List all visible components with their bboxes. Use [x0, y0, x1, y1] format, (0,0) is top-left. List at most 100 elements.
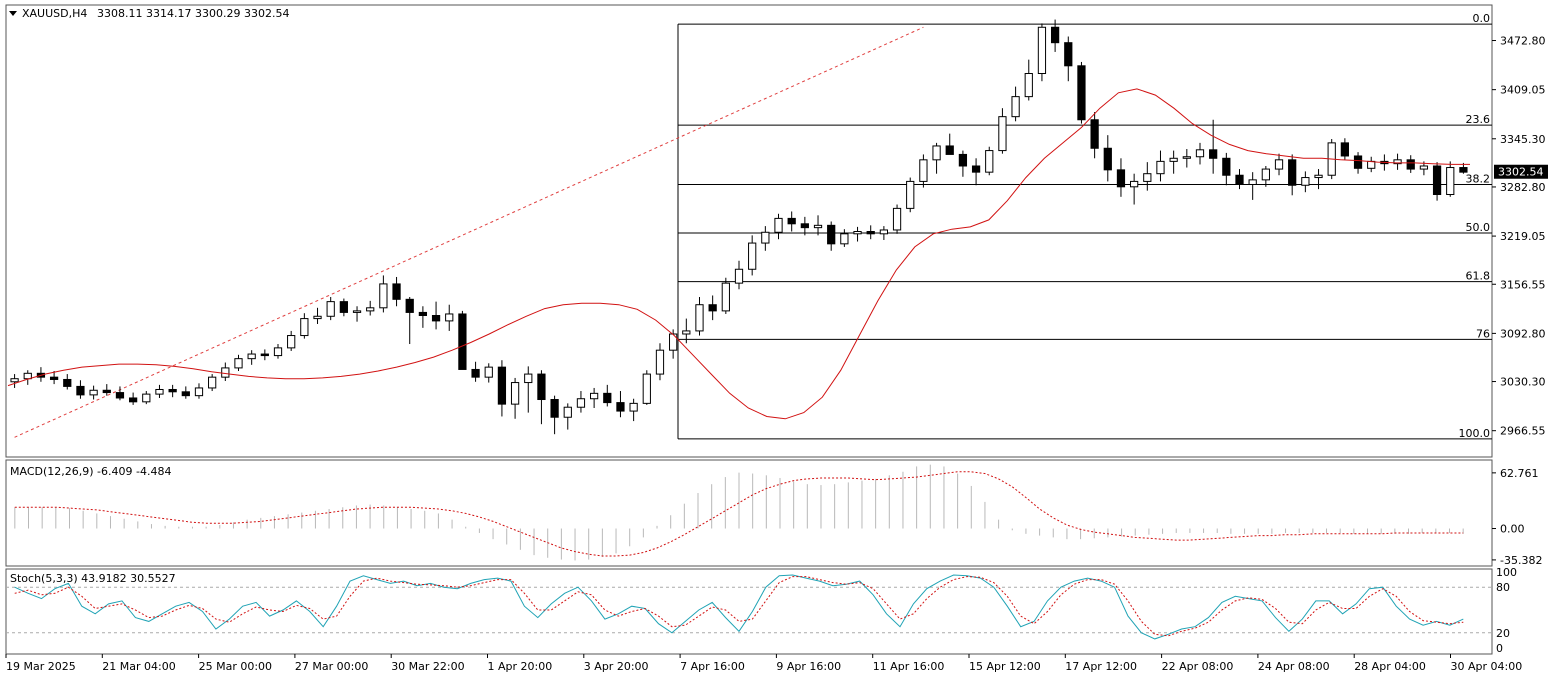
candle-body — [1301, 177, 1310, 186]
candle-body — [1182, 156, 1191, 159]
candle-body — [655, 349, 665, 375]
candle-body — [1446, 167, 1455, 196]
candle-body — [352, 310, 362, 313]
candle-body — [392, 283, 401, 300]
candle-body — [958, 153, 968, 167]
fib-level-label: 100.0 — [1459, 427, 1491, 440]
candle-body — [563, 406, 572, 418]
candle-body — [1195, 149, 1205, 158]
candle-body — [1274, 159, 1284, 170]
candle-body — [1406, 159, 1415, 170]
candle-body — [418, 311, 428, 317]
candle-body — [589, 392, 599, 400]
candle — [1037, 23, 1047, 82]
candle-body — [892, 207, 902, 231]
candle-body — [379, 283, 388, 309]
candle-body — [129, 397, 138, 403]
candle-body — [1314, 174, 1323, 179]
candle-body — [906, 180, 915, 209]
candle-body — [827, 224, 836, 245]
candle-body — [234, 358, 243, 369]
time-tick-label: 22 Apr 08:00 — [1162, 660, 1234, 673]
candle-body — [1209, 149, 1218, 159]
candle-body — [629, 402, 638, 412]
candle — [721, 277, 730, 314]
candle-body — [1248, 179, 1257, 185]
time-tick-label: 7 Apr 16:00 — [680, 660, 745, 673]
candle-body — [813, 224, 823, 229]
candle-body — [576, 398, 586, 408]
candle-body — [1419, 165, 1429, 170]
candle-body — [1222, 157, 1231, 176]
candle-body — [431, 315, 441, 322]
time-tick-label: 17 Apr 12:00 — [1065, 660, 1137, 673]
candle-body — [774, 217, 783, 233]
candle-body — [800, 223, 809, 229]
candle-body — [287, 335, 296, 349]
stoch-pane[interactable] — [5, 568, 1493, 655]
candle-body — [221, 367, 230, 378]
candle-body — [208, 376, 217, 389]
chart-header: XAUUSD,H4 3308.11 3314.17 3300.29 3302.5… — [9, 7, 289, 20]
fib-level-label: 50.0 — [1466, 221, 1491, 234]
candle-body — [1432, 165, 1442, 196]
candle-body — [866, 231, 875, 235]
candle-body — [313, 315, 322, 320]
candle-body — [695, 304, 704, 332]
candle-body — [510, 382, 520, 405]
price-tick-label: 3345.30 — [1500, 133, 1546, 146]
candle-body — [721, 282, 730, 312]
candle-body — [142, 393, 151, 403]
time-tick-label: 30 Mar 22:00 — [391, 660, 464, 673]
candle-body — [445, 313, 454, 322]
candle-body — [879, 229, 889, 235]
stoch-tick-label: 0 — [1496, 642, 1503, 655]
time-tick-label: 19 Mar 2025 — [6, 660, 76, 673]
candle-body — [300, 318, 309, 337]
symbol-label: XAUUSD,H4 — [22, 7, 87, 20]
ohlc-readout: 3308.11 3314.17 3300.29 3302.54 — [97, 7, 289, 20]
candle-body — [484, 366, 493, 378]
time-tick-label: 11 Apr 16:00 — [873, 660, 945, 673]
candle — [906, 177, 915, 213]
svg-text:3302.54: 3302.54 — [1498, 166, 1544, 179]
candle-body — [734, 268, 744, 284]
candle — [892, 204, 902, 234]
current-price-tag: 3302.54 — [1494, 164, 1548, 179]
time-tick-label: 28 Apr 04:00 — [1354, 660, 1426, 673]
candle-body — [932, 145, 941, 161]
candle-body — [247, 353, 256, 360]
fib-level-label: 23.6 — [1466, 113, 1491, 126]
candle-body — [260, 353, 269, 357]
candle-body — [1288, 159, 1297, 186]
candle-body — [326, 301, 335, 317]
candle-body — [405, 298, 414, 313]
candle-body — [537, 373, 546, 401]
candle-body — [1050, 26, 1060, 44]
candle-body — [682, 330, 691, 335]
candle-body — [1130, 180, 1139, 188]
time-tick-label: 9 Apr 16:00 — [776, 660, 841, 673]
fib-level-label: 38.2 — [1466, 172, 1491, 185]
candle-body — [1340, 142, 1349, 157]
candle-body — [971, 165, 981, 173]
candle-body — [63, 378, 72, 387]
price-tick-label: 3219.05 — [1500, 230, 1546, 243]
price-axis: 3472.80 3409.05 3345.30 3282.80 3219.05 3156.… — [1492, 35, 1546, 438]
candle-body — [550, 399, 559, 418]
candle-body — [168, 388, 177, 393]
price-pane[interactable] — [5, 4, 1493, 458]
fib-level-label: 0.0 — [1473, 12, 1491, 25]
trading-chart-window[interactable]: 0.0 23.6 38.2 50.0 61.8 76 100.0 3472.80 3409.0… — [0, 0, 1548, 676]
chart-canvas[interactable]: 0.0 23.6 38.2 50.0 61.8 76 100.0 3472.80 3409.0… — [0, 0, 1548, 676]
candle-body — [181, 391, 190, 397]
price-tick-label: 3156.55 — [1500, 278, 1546, 291]
candle-body — [853, 231, 862, 235]
time-axis: 19 Mar 2025 21 Mar 04:00 25 Mar 00:00 27 Ma… — [5, 654, 1522, 673]
price-tick-label: 3409.05 — [1500, 84, 1546, 97]
candle-body — [761, 231, 770, 244]
candle-body — [89, 389, 98, 396]
macd-pane[interactable] — [5, 459, 1493, 567]
fib-level-label: 61.8 — [1466, 270, 1491, 283]
candle-body — [102, 389, 111, 394]
